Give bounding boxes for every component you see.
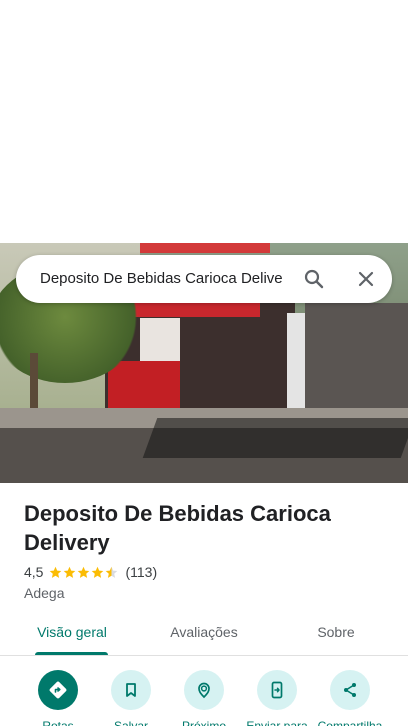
star-icon — [78, 566, 90, 578]
place-title: Deposito De Bebidas Carioca Delivery — [24, 501, 331, 555]
share-button[interactable]: Compartilha — [307, 670, 393, 726]
search-input[interactable]: Deposito De Bebidas Carioca Delive — [40, 255, 288, 303]
search-icon[interactable] — [302, 267, 326, 291]
star-icon — [92, 566, 104, 578]
star-icon — [106, 566, 118, 578]
photo-tree-trunk — [30, 353, 38, 413]
tab-overview[interactable]: Visão geral — [20, 612, 124, 656]
directions-icon — [38, 670, 78, 710]
rating-value: 4,5 — [24, 564, 44, 580]
tab-reviews[interactable]: Avaliações — [152, 612, 256, 656]
active-tab-indicator — [35, 652, 108, 655]
place-category[interactable]: Adega — [24, 584, 64, 602]
star-icon — [64, 566, 76, 578]
tab-about[interactable]: Sobre — [288, 612, 384, 656]
photo-wall — [140, 318, 180, 363]
close-icon[interactable] — [354, 267, 378, 291]
review-count[interactable]: (113) — [125, 564, 157, 580]
tab-reviews-label: Avaliações — [170, 624, 238, 640]
share-label: Compartilha — [317, 719, 383, 726]
star-icon — [50, 566, 62, 578]
photo-building-right — [305, 303, 408, 423]
photo-shadow — [142, 418, 408, 458]
tab-about-label: Sobre — [317, 624, 355, 640]
rating-row[interactable]: 4,5 (113) — [24, 563, 157, 581]
send-to-phone-icon — [257, 670, 297, 710]
rating-stars — [49, 566, 119, 579]
action-row: Rotas Salvar Próximo Enviar para Compart… — [0, 670, 408, 726]
tab-bar: Visão geral Avaliações Sobre — [0, 612, 408, 656]
tab-overview-label: Visão geral — [37, 624, 107, 640]
photo-sign — [140, 243, 270, 253]
bookmark-icon — [111, 670, 151, 710]
search-bar[interactable]: Deposito De Bebidas Carioca Delive — [16, 255, 392, 303]
share-icon — [330, 670, 370, 710]
nearby-icon — [184, 670, 224, 710]
